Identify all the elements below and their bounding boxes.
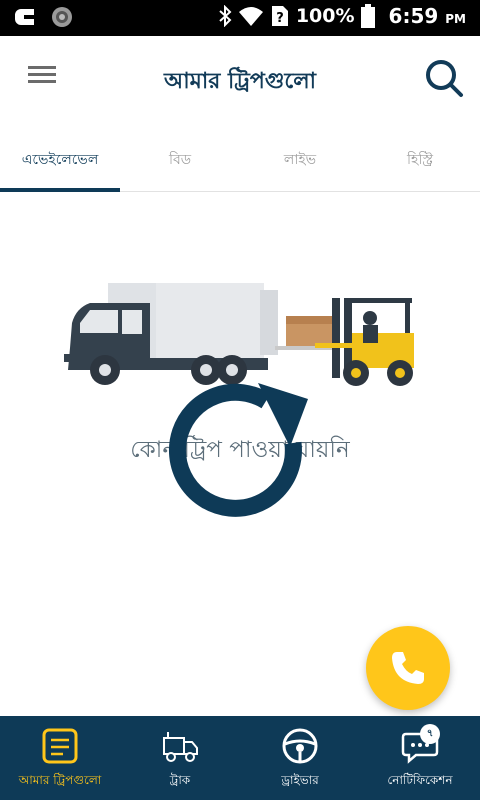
page-title: আমার ট্রিপগুলো (164, 69, 316, 94)
truck-icon (163, 732, 198, 762)
nav-item-notification[interactable]: ৭ নোটিফিকেশন (360, 716, 480, 800)
nav-label-notification: নোটিফিকেশন (387, 773, 453, 787)
app-bar: আমার ট্রিপগুলো (0, 36, 480, 120)
battery-icon (360, 4, 375, 28)
bottom-navigation: আমার ট্রিপগুলো ট্রাক ড্রাইভার ৭ নোটিফিকে… (0, 716, 480, 800)
tab-bid[interactable]: বিড (120, 120, 240, 191)
status-bar: ? 100% 6:59 PM (0, 0, 480, 36)
svg-text:?: ? (276, 11, 284, 26)
wifi-icon (238, 7, 263, 26)
nav-label-truck: ট্রাক (169, 773, 191, 787)
trip-tabs: এভেইলেভেল বিড লাইভ হিস্ট্রি (0, 120, 480, 192)
settings-status-icon (52, 7, 72, 27)
clock: 6:59 PM (389, 4, 466, 28)
notification-badge: ৭ (420, 724, 440, 744)
nav-label-driver: ড্রাইভার (281, 773, 319, 787)
bluetooth-icon (219, 5, 232, 27)
battery-percent: 100% (295, 5, 355, 27)
call-fab-button[interactable] (366, 626, 450, 710)
phone-icon (392, 652, 424, 684)
tab-history[interactable]: হিস্ট্রি (360, 120, 480, 191)
search-icon[interactable] (424, 58, 464, 98)
trips-note-icon (42, 728, 78, 764)
no-sim-icon: ? (271, 6, 288, 26)
status-right: ? 100% 6:59 PM (218, 4, 466, 28)
tab-available[interactable]: এভেইলেভেল (0, 120, 120, 192)
app-notification-icon (15, 9, 34, 25)
steering-wheel-icon (282, 728, 318, 764)
tab-live[interactable]: লাইভ (240, 120, 360, 191)
nav-item-my-trips[interactable]: আমার ট্রিপগুলো (0, 716, 120, 800)
nav-item-truck[interactable]: ট্রাক (120, 716, 240, 800)
nav-label-my-trips: আমার ট্রিপগুলো (18, 773, 102, 787)
clock-time: 6:59 (388, 4, 439, 28)
clock-suffix: PM (445, 12, 466, 26)
nav-item-driver[interactable]: ড্রাইভার (240, 716, 360, 800)
status-left (12, 5, 74, 29)
refresh-icon[interactable] (168, 381, 318, 531)
